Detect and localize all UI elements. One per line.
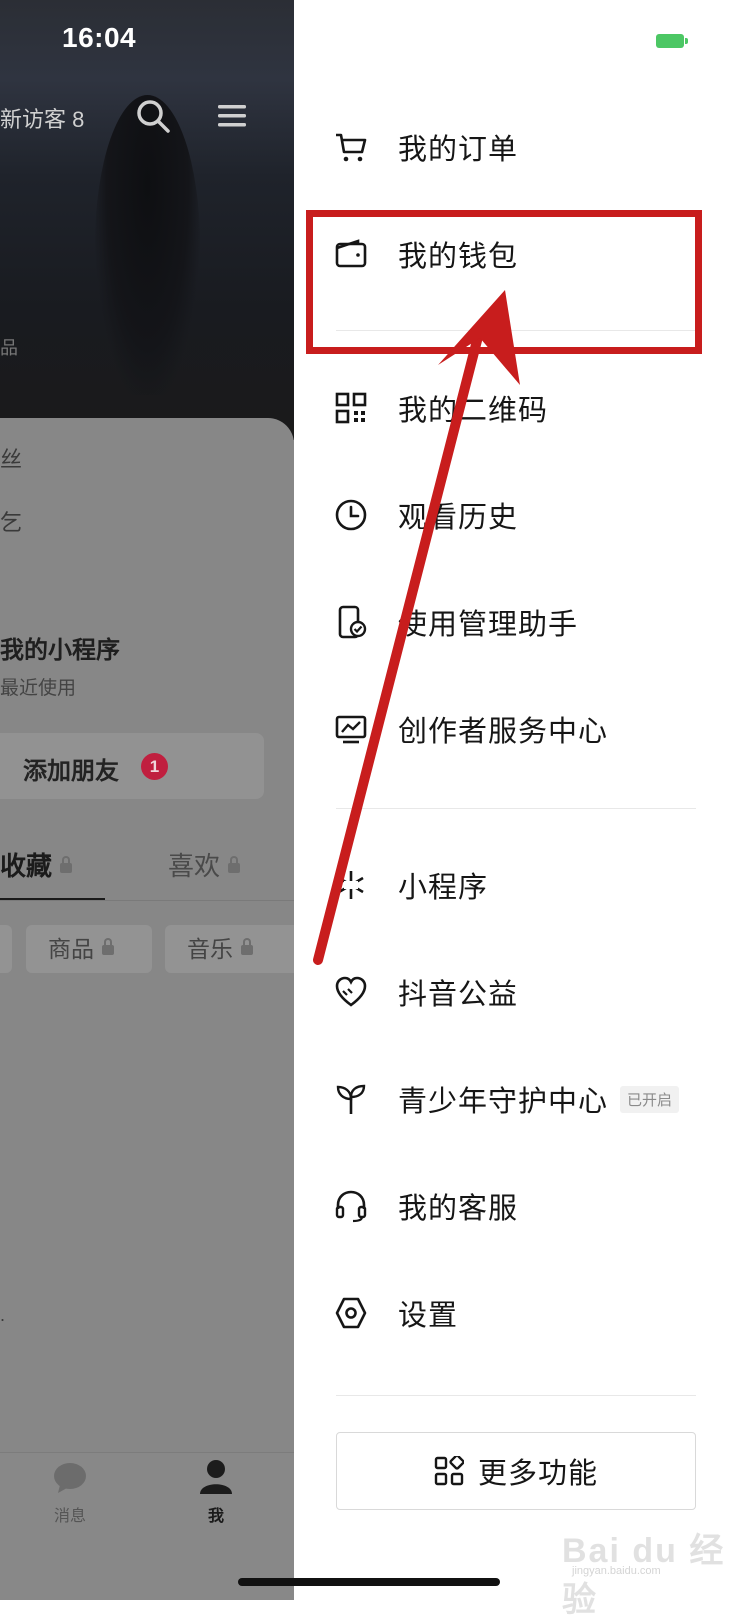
fans-fragment: 丝: [0, 447, 23, 472]
annotation-highlight-box: [306, 210, 702, 354]
status-badge: 已开启: [620, 1085, 680, 1113]
person-icon: [200, 1460, 232, 1494]
chip-music-label: 音乐: [187, 936, 233, 962]
menu-item-label: 使用管理助手: [398, 609, 579, 641]
divider: [336, 1395, 696, 1396]
add-friend-button[interactable]: 添加朋友 1: [0, 733, 264, 799]
profile-fragment: 品: [0, 338, 18, 358]
menu-item-label: 抖音公益: [398, 979, 519, 1011]
qrcode-icon: [335, 392, 367, 424]
miniprogram-icon: [338, 871, 364, 899]
menu-item-mini-programs[interactable]: 小程序: [334, 850, 704, 920]
clock-icon: [335, 499, 367, 531]
tab-favorites-label: 收藏: [0, 851, 53, 881]
menu-item-label: 青少年守护中心: [398, 1086, 609, 1118]
lock-icon: [102, 938, 114, 955]
add-friend-label: 添加朋友: [23, 758, 119, 785]
menu-item-label: 创作者服务中心: [398, 716, 609, 748]
grid-icon: [434, 1456, 464, 1486]
divider: [336, 808, 696, 809]
tab-favorites[interactable]: 收藏: [0, 846, 73, 883]
heart-hands-icon: [335, 976, 367, 1007]
lock-icon: [60, 856, 73, 873]
battery-icon: [656, 34, 688, 48]
tab-likes-label: 喜欢: [168, 851, 221, 881]
menu-item-watch-history[interactable]: 观看历史: [334, 480, 704, 550]
mini-program-title[interactable]: 我的小程序: [0, 630, 120, 665]
menu-item-label: 小程序: [398, 872, 489, 904]
lock-icon: [241, 938, 253, 955]
chip-music[interactable]: 音乐: [165, 925, 294, 973]
menu-item-qrcode[interactable]: 我的二维码: [334, 373, 704, 443]
notification-badge: 1: [141, 753, 168, 780]
edit-fragment: 乞: [0, 510, 23, 535]
profile-page-dimmed: 16:04 新访客 8 品 丝 乞 我的小程序 最近使用 添加朋友 1 收藏 喜…: [0, 0, 294, 1600]
divider: [0, 900, 294, 901]
headset-icon: [335, 1190, 367, 1223]
nav-me-label: 我: [207, 1508, 224, 1525]
menu-item-label: 设置: [398, 1300, 459, 1332]
watermark-url: jingyan.baidu.com: [572, 1565, 661, 1577]
menu-item-settings[interactable]: 设置: [334, 1278, 704, 1348]
menu-item-customer-service[interactable]: 我的客服: [334, 1171, 704, 1241]
nav-messages-label: 消息: [53, 1508, 86, 1525]
more-features-button[interactable]: 更多功能: [336, 1432, 696, 1510]
chip-partial[interactable]: [0, 925, 12, 973]
lock-icon: [228, 856, 241, 873]
status-time: 16:04: [62, 22, 137, 53]
menu-item-usage-assistant[interactable]: 使用管理助手: [334, 587, 704, 657]
profile-fragment: .: [0, 1305, 6, 1325]
menu-item-creator-center[interactable]: 创作者服务中心: [334, 694, 704, 764]
profile-cover-photo: [0, 0, 294, 440]
cart-icon: [336, 133, 367, 162]
phone-check-icon: [338, 605, 367, 639]
message-bubble-icon: [54, 1463, 86, 1493]
new-visitors-label[interactable]: 新访客 8: [0, 102, 84, 134]
menu-item-my-orders[interactable]: 我的订单: [334, 112, 704, 182]
menu-item-youth-protection[interactable]: 青少年守护中心 已开启: [334, 1064, 734, 1134]
more-features-label: 更多功能: [477, 1458, 598, 1490]
nav-me[interactable]: 我: [196, 1459, 236, 1526]
menu-icon[interactable]: [218, 98, 246, 134]
menu-item-label: 我的二维码: [398, 395, 549, 427]
mini-program-subtitle: 最近使用: [0, 678, 77, 699]
menu-item-charity[interactable]: 抖音公益: [334, 957, 704, 1027]
cover-silhouette: [95, 95, 200, 395]
tab-likes[interactable]: 喜欢: [168, 846, 241, 883]
nav-messages[interactable]: 消息: [48, 1461, 92, 1526]
menu-item-label: 我的订单: [398, 134, 519, 166]
menu-item-label: 我的客服: [398, 1193, 519, 1225]
hexagon-settings-icon: [335, 1297, 367, 1329]
monitor-chart-icon: [335, 715, 367, 744]
profile-sheet: [0, 418, 294, 1600]
menu-item-label: 观看历史: [398, 502, 519, 534]
chip-products-label: 商品: [48, 936, 94, 962]
sprout-icon: [336, 1084, 366, 1114]
chip-products[interactable]: 商品: [26, 925, 152, 973]
search-icon[interactable]: [135, 98, 171, 134]
home-indicator[interactable]: [238, 1578, 500, 1586]
